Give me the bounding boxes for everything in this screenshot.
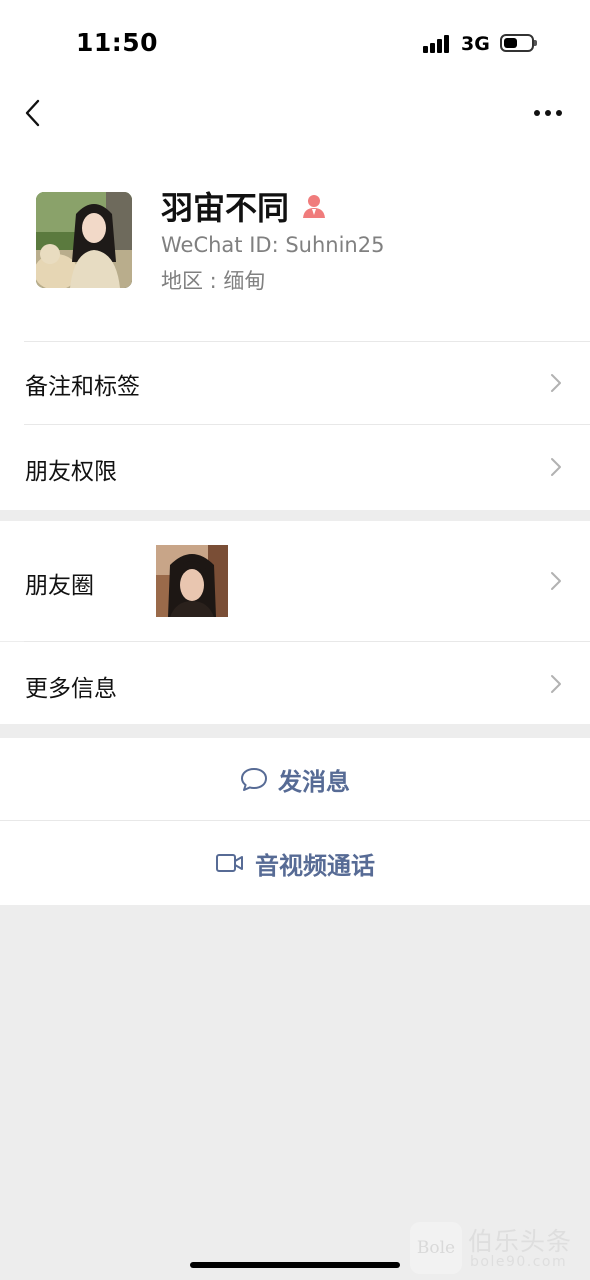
chevron-right-icon — [551, 458, 561, 476]
menu-item-more-info[interactable]: 更多信息 — [0, 642, 590, 724]
back-button[interactable] — [18, 96, 52, 130]
profile-name: 羽宙不同 — [161, 189, 290, 227]
wechat-id: WeChat ID: Suhnin25 — [161, 233, 385, 257]
battery-icon — [500, 34, 537, 52]
moments-thumbnail[interactable] — [156, 545, 228, 617]
chevron-right-icon — [551, 572, 561, 590]
send-message-label: 发消息 — [278, 767, 350, 796]
avatar-photo — [36, 192, 132, 288]
chevron-right-icon — [551, 675, 561, 693]
menu-item-friend-permissions[interactable]: 朋友权限 — [0, 425, 590, 509]
video-call-label: 音视频通话 — [255, 851, 375, 880]
video-camera-icon — [216, 854, 243, 872]
watermark-logo: Bole — [410, 1222, 462, 1274]
menu-item-label: 备注和标签 — [25, 374, 140, 400]
female-person-icon — [303, 195, 326, 218]
network-label: 3G — [461, 33, 490, 55]
chevron-left-icon — [25, 99, 40, 127]
status-time: 11:50 — [76, 28, 159, 57]
chevron-right-icon — [551, 374, 561, 392]
watermark-url: bole90.com — [470, 1254, 568, 1270]
menu-item-label: 朋友圈 — [25, 573, 94, 599]
home-indicator[interactable] — [190, 1262, 400, 1268]
menu-item-remarks-tags[interactable]: 备注和标签 — [0, 342, 590, 424]
send-message-button[interactable]: 发消息 — [0, 738, 590, 820]
signal-bars-icon — [423, 34, 453, 53]
menu-item-moments[interactable]: 朋友圈 — [0, 521, 590, 641]
more-dots-icon — [534, 110, 562, 116]
watermark-title: 伯乐头条 — [468, 1227, 573, 1256]
watermark: Bole 伯乐头条 bole90.com — [410, 1222, 586, 1274]
avatar[interactable] — [36, 192, 132, 288]
chat-bubble-icon — [241, 768, 267, 791]
video-call-button[interactable]: 音视频通话 — [0, 821, 590, 905]
menu-item-label: 更多信息 — [25, 676, 117, 702]
more-button[interactable] — [528, 100, 568, 126]
region: 地区 : 缅甸 — [161, 269, 266, 293]
moments-photo — [156, 545, 228, 617]
menu-item-label: 朋友权限 — [25, 459, 117, 485]
